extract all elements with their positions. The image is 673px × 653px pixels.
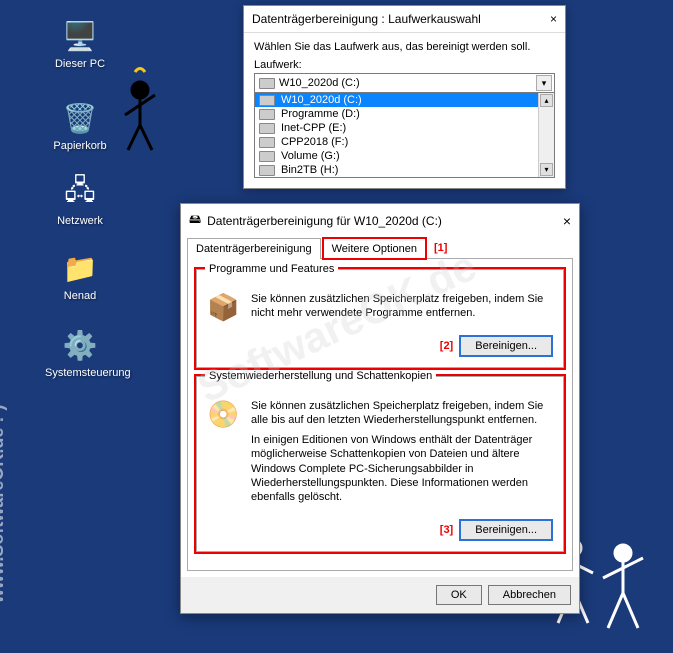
drive-option[interactable]: CPP2018 (F:) bbox=[255, 135, 538, 149]
desktop-icon-papierkorb[interactable]: 🗑️ Papierkorb bbox=[45, 100, 115, 152]
app-icon: 📁 bbox=[62, 250, 98, 286]
drive-label: Laufwerk: bbox=[254, 59, 555, 71]
icon-label: Papierkorb bbox=[45, 140, 115, 152]
drive-icon bbox=[259, 109, 275, 120]
drive-option[interactable]: Programme (D:) bbox=[255, 107, 538, 121]
app-icon: 🗑️ bbox=[62, 100, 98, 136]
drive-option-label: W10_2020d (C:) bbox=[281, 94, 362, 106]
desktop-icon-dieser-pc[interactable]: 🖥️ Dieser PC bbox=[45, 18, 115, 70]
close-icon[interactable]: × bbox=[550, 12, 557, 26]
group-legend: Systemwiederherstellung und Schattenkopi… bbox=[205, 370, 436, 382]
scrollbar[interactable]: ▴ ▾ bbox=[538, 93, 554, 177]
dialog-titlebar[interactable]: Datenträgerbereinigung : Laufwerkauswahl… bbox=[244, 6, 565, 33]
cleanup-options-dialog: 🖴 Datenträgerbereinigung für W10_2020d (… bbox=[180, 203, 580, 614]
group-text-1: Sie können zusätzlichen Speicherplatz fr… bbox=[251, 399, 553, 428]
app-icon: 🖥️ bbox=[62, 18, 98, 54]
drive-icon bbox=[259, 78, 275, 89]
callout-1: [1] bbox=[434, 242, 447, 254]
cancel-button[interactable]: Abbrechen bbox=[488, 585, 571, 605]
close-icon[interactable]: × bbox=[563, 213, 571, 229]
restore-icon: 📀 bbox=[207, 399, 241, 433]
drive-combobox[interactable]: W10_2020d (C:) ▾ bbox=[254, 73, 555, 93]
cleanup-programs-button[interactable]: Bereinigen... bbox=[459, 335, 553, 357]
decorative-figure-1 bbox=[110, 60, 170, 160]
watermark-side-text: www.SoftwareOK.de :-) bbox=[0, 405, 8, 603]
desktop-icon-systemsteuerung[interactable]: ⚙️ Systemsteuerung bbox=[45, 327, 115, 379]
group-system-restore: Systemwiederherstellung und Schattenkopi… bbox=[196, 376, 564, 552]
group-legend: Programme und Features bbox=[205, 263, 338, 275]
tab-more-options[interactable]: Weitere Optionen bbox=[323, 238, 426, 259]
desktop-icon-netzwerk[interactable]: 🖧 Netzwerk bbox=[45, 175, 115, 227]
callout-2: [2] bbox=[440, 340, 453, 352]
group-text: Sie können zusätzlichen Speicherplatz fr… bbox=[251, 292, 553, 321]
tab-disk-cleanup[interactable]: Datenträgerbereinigung bbox=[187, 238, 321, 259]
drive-option[interactable]: Volume (G:) bbox=[255, 149, 538, 163]
combobox-value: W10_2020d (C:) bbox=[279, 77, 360, 89]
icon-label: Netzwerk bbox=[45, 215, 115, 227]
desktop-icon-nenad[interactable]: 📁 Nenad bbox=[45, 250, 115, 302]
app-icon: 🖧 bbox=[62, 175, 98, 211]
group-programs-features: Programme und Features 📦 Sie können zusä… bbox=[196, 269, 564, 368]
cleanup-restore-button[interactable]: Bereinigen... bbox=[459, 519, 553, 541]
icon-label: Systemsteuerung bbox=[45, 367, 115, 379]
drive-icon: 🖴 bbox=[189, 210, 201, 231]
callout-3: [3] bbox=[440, 524, 453, 536]
icon-label: Nenad bbox=[45, 290, 115, 302]
drive-option[interactable]: Bin2TB (H:) bbox=[255, 163, 538, 177]
scroll-up-icon[interactable]: ▴ bbox=[540, 94, 553, 107]
drive-dropdown-list: W10_2020d (C:) Programme (D:) Inet-CPP (E:… bbox=[254, 93, 555, 178]
drive-icon bbox=[259, 95, 275, 106]
drive-option-label: CPP2018 (F:) bbox=[281, 136, 348, 148]
group-text-2: In einigen Editionen von Windows enthält… bbox=[251, 433, 553, 504]
chevron-down-icon[interactable]: ▾ bbox=[536, 75, 552, 91]
drive-option[interactable]: W10_2020d (C:) bbox=[255, 93, 538, 107]
ok-button[interactable]: OK bbox=[436, 585, 482, 605]
programs-icon: 📦 bbox=[207, 292, 241, 326]
app-icon: ⚙️ bbox=[62, 327, 98, 363]
drive-option-label: Bin2TB (H:) bbox=[281, 164, 338, 176]
drive-icon bbox=[259, 165, 275, 176]
drive-select-dialog: Datenträgerbereinigung : Laufwerkauswahl… bbox=[243, 5, 566, 189]
scroll-down-icon[interactable]: ▾ bbox=[540, 163, 553, 176]
drive-option[interactable]: Inet-CPP (E:) bbox=[255, 121, 538, 135]
drive-icon bbox=[259, 151, 275, 162]
drive-option-label: Inet-CPP (E:) bbox=[281, 122, 346, 134]
dialog-title: Datenträgerbereinigung : Laufwerkauswahl bbox=[252, 12, 481, 26]
dialog-title: Datenträgerbereinigung für W10_2020d (C:… bbox=[207, 214, 442, 228]
drive-option-label: Volume (G:) bbox=[281, 150, 340, 162]
icon-label: Dieser PC bbox=[45, 58, 115, 70]
drive-icon bbox=[259, 123, 275, 134]
instruction-text: Wählen Sie das Laufwerk aus, das bereini… bbox=[254, 41, 555, 53]
dialog-titlebar[interactable]: 🖴 Datenträgerbereinigung für W10_2020d (… bbox=[181, 204, 579, 237]
drive-option-label: Programme (D:) bbox=[281, 108, 360, 120]
drive-icon bbox=[259, 137, 275, 148]
